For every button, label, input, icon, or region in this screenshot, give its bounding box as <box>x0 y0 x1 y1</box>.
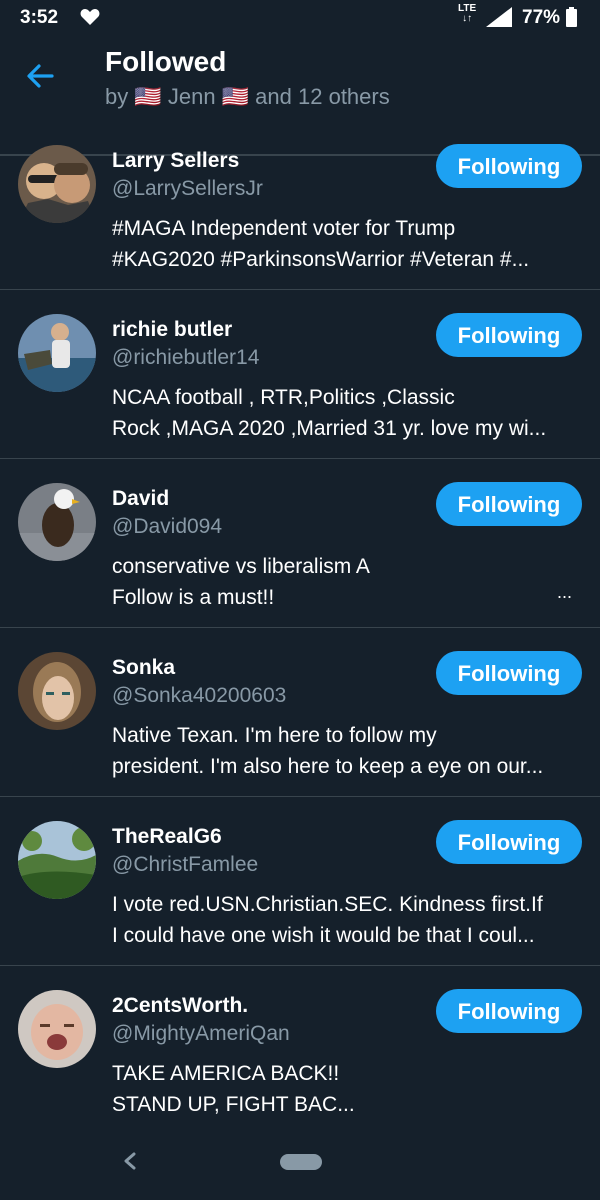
user-bio: TAKE AMERICA BACK!! STAND UP, FIGHT BAC.… <box>112 1058 582 1120</box>
following-button[interactable]: Following <box>436 989 582 1033</box>
bio-line: I vote red.USN.Christian.SEC. Kindness f… <box>112 893 543 916</box>
bio-line: TAKE AMERICA BACK!! <box>112 1062 340 1085</box>
user-handle: @MightyAmeriQan <box>112 1022 290 1045</box>
avatar[interactable] <box>18 821 96 899</box>
following-button[interactable]: Following <box>436 482 582 526</box>
page-title: Followed <box>105 46 227 77</box>
user-row[interactable]: TheRealG6 @ChristFamlee I vote red.USN.C… <box>0 797 600 966</box>
user-name: Larry Sellers <box>112 149 240 172</box>
bio-line: Rock ,MAGA 2020 ,Married 31 yr. love my … <box>112 417 547 440</box>
battery-icon <box>566 7 577 27</box>
user-bio: I vote red.USN.Christian.SEC. Kindness f… <box>112 889 582 951</box>
bio-line: NCAA football , RTR,Politics ,Classic <box>112 386 455 409</box>
user-handle: @richiebutler14 <box>112 346 260 369</box>
bio-ellipsis: ... <box>556 582 572 602</box>
bio-line: STAND UP, FIGHT BAC... <box>112 1093 355 1116</box>
nav-back-icon[interactable] <box>118 1146 142 1176</box>
arrow-left-icon[interactable] <box>22 58 58 94</box>
user-row[interactable]: richie butler @richiebutler14 NCAA footb… <box>0 290 600 459</box>
status-time: 3:52 <box>20 7 59 28</box>
followed-list: Larry Sellers @LarrySellersJr #MAGA Inde… <box>0 121 600 1134</box>
user-handle: @Sonka40200603 <box>112 684 287 707</box>
user-bio: conservative vs liberalism A Follow is a… <box>112 551 582 613</box>
following-button[interactable]: Following <box>436 144 582 188</box>
user-bio: Native Texan. I'm here to follow my pres… <box>112 720 582 782</box>
status-bar: 3:52 LTE ↓↑ 77% <box>0 0 600 36</box>
avatar[interactable] <box>18 483 96 561</box>
header: Followed by 🇺🇸 Jenn 🇺🇸 and 12 others <box>0 36 600 156</box>
bio-line: #MAGA Independent voter for Trump <box>112 217 456 240</box>
following-button[interactable]: Following <box>436 651 582 695</box>
user-row[interactable]: Sonka @Sonka40200603 Native Texan. I'm h… <box>0 628 600 797</box>
user-name: David <box>112 487 170 510</box>
system-nav-bar <box>0 1122 600 1200</box>
avatar[interactable] <box>18 145 96 223</box>
user-handle: @LarrySellersJr <box>112 177 263 200</box>
heart-icon <box>80 9 100 25</box>
user-name: 2CentsWorth. <box>112 994 249 1017</box>
bio-line: Native Texan. I'm here to follow my <box>112 724 437 747</box>
user-bio: #MAGA Independent voter for Trump #KAG20… <box>112 213 582 275</box>
following-button[interactable]: Following <box>436 820 582 864</box>
following-button[interactable]: Following <box>436 313 582 357</box>
signal-icon <box>486 7 512 27</box>
user-row[interactable]: David @David094 conservative vs liberali… <box>0 459 600 628</box>
user-row[interactable]: Larry Sellers @LarrySellersJr #MAGA Inde… <box>0 121 600 290</box>
battery-percent: 77% <box>522 7 561 28</box>
user-name: TheRealG6 <box>112 825 222 848</box>
network-label: LTE ↓↑ <box>458 3 477 24</box>
user-handle: @ChristFamlee <box>112 853 259 876</box>
user-row[interactable]: 2CentsWorth. @MightyAmeriQan TAKE AMERIC… <box>0 966 600 1134</box>
user-bio: NCAA football , RTR,Politics ,Classic Ro… <box>112 382 582 444</box>
page-subtitle: by 🇺🇸 Jenn 🇺🇸 and 12 others <box>105 84 390 109</box>
user-name: richie butler <box>112 318 233 341</box>
home-pill-icon[interactable] <box>280 1154 322 1170</box>
user-handle: @David094 <box>112 515 223 538</box>
bio-line: I could have one wish it would be that I… <box>112 924 535 947</box>
user-name: Sonka <box>112 656 176 679</box>
avatar[interactable] <box>18 314 96 392</box>
bio-line: #KAG2020 #ParkinsonsWarrior #Veteran #..… <box>112 248 530 271</box>
bio-line: Follow is a must!! <box>112 586 275 609</box>
bio-line: conservative vs liberalism A <box>112 555 370 578</box>
avatar[interactable] <box>18 652 96 730</box>
bio-line: president. I'm also here to keep a eye o… <box>112 755 544 778</box>
avatar[interactable] <box>18 990 96 1068</box>
